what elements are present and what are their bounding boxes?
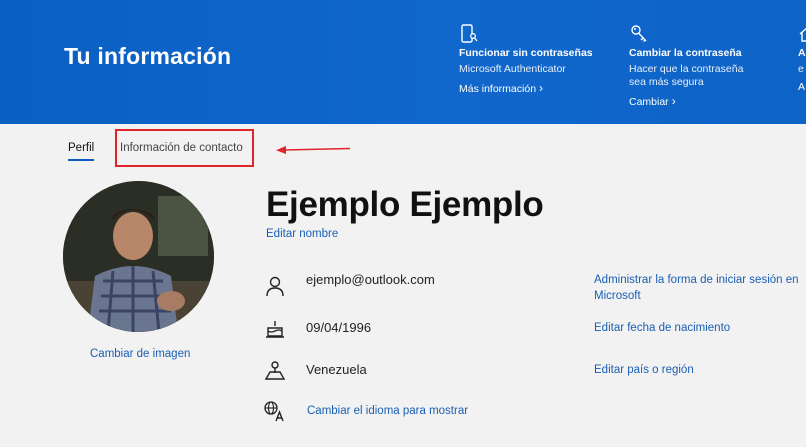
home-icon [799, 27, 806, 42]
edit-name-link[interactable]: Editar nombre [266, 228, 338, 240]
promo-description: e [798, 63, 804, 75]
manage-sign-in-link[interactable]: Administrar la forma de iniciar sesión e… [594, 272, 804, 304]
change-display-language-link[interactable]: Cambiar el idioma para mostrar [307, 405, 468, 417]
country-value: Venezuela [306, 362, 367, 377]
annotation-arrow-icon [276, 146, 351, 154]
phone-key-icon [461, 24, 478, 43]
birthday-cake-icon [266, 321, 284, 338]
key-icon [631, 25, 647, 42]
promo-passwordless: Funcionar sin contraseñas Microsoft Auth… [459, 24, 609, 97]
edit-birthdate-link[interactable]: Editar fecha de nacimiento [594, 320, 804, 336]
header-banner: Tu información Funcionar sin contraseñas… [0, 0, 806, 124]
tab-profile[interactable]: Perfil [68, 142, 95, 161]
promo-description: Hacer que la contraseña sea más segura [629, 63, 744, 88]
promo-change-password: Cambiar la contraseña Hacer que la contr… [629, 24, 779, 110]
person-icon [266, 276, 284, 297]
promo-title: Funcionar sin contraseñas [459, 47, 593, 59]
profile-name: Ejemplo Ejemplo [266, 185, 544, 224]
annotation-highlight-box [115, 129, 254, 167]
learn-more-label: Más información [459, 83, 537, 95]
promo-link[interactable]: A [798, 81, 805, 93]
promo-partial: A e A [798, 24, 806, 95]
promo-title: Cambiar la contraseña [629, 47, 742, 59]
page-title: Tu información [64, 43, 232, 69]
edit-country-link[interactable]: Editar país o región [594, 362, 804, 378]
language-icon [264, 401, 284, 422]
birthdate-value: 09/04/1996 [306, 320, 372, 335]
avatar [63, 181, 214, 332]
learn-more-link[interactable]: Más información › [459, 81, 543, 95]
chevron-right-icon: › [671, 94, 676, 108]
change-photo-link[interactable]: Cambiar de imagen [90, 348, 190, 360]
promo-description: Microsoft Authenticator [459, 63, 566, 75]
change-password-label: Cambiar [629, 96, 669, 108]
change-password-link[interactable]: Cambiar › [629, 94, 676, 108]
chevron-right-icon: › [539, 81, 544, 95]
email-value: ejemplo@outlook.com [306, 272, 435, 287]
profile-photo [63, 181, 214, 332]
promo-title: A [798, 47, 806, 59]
map-pin-icon [264, 361, 286, 380]
